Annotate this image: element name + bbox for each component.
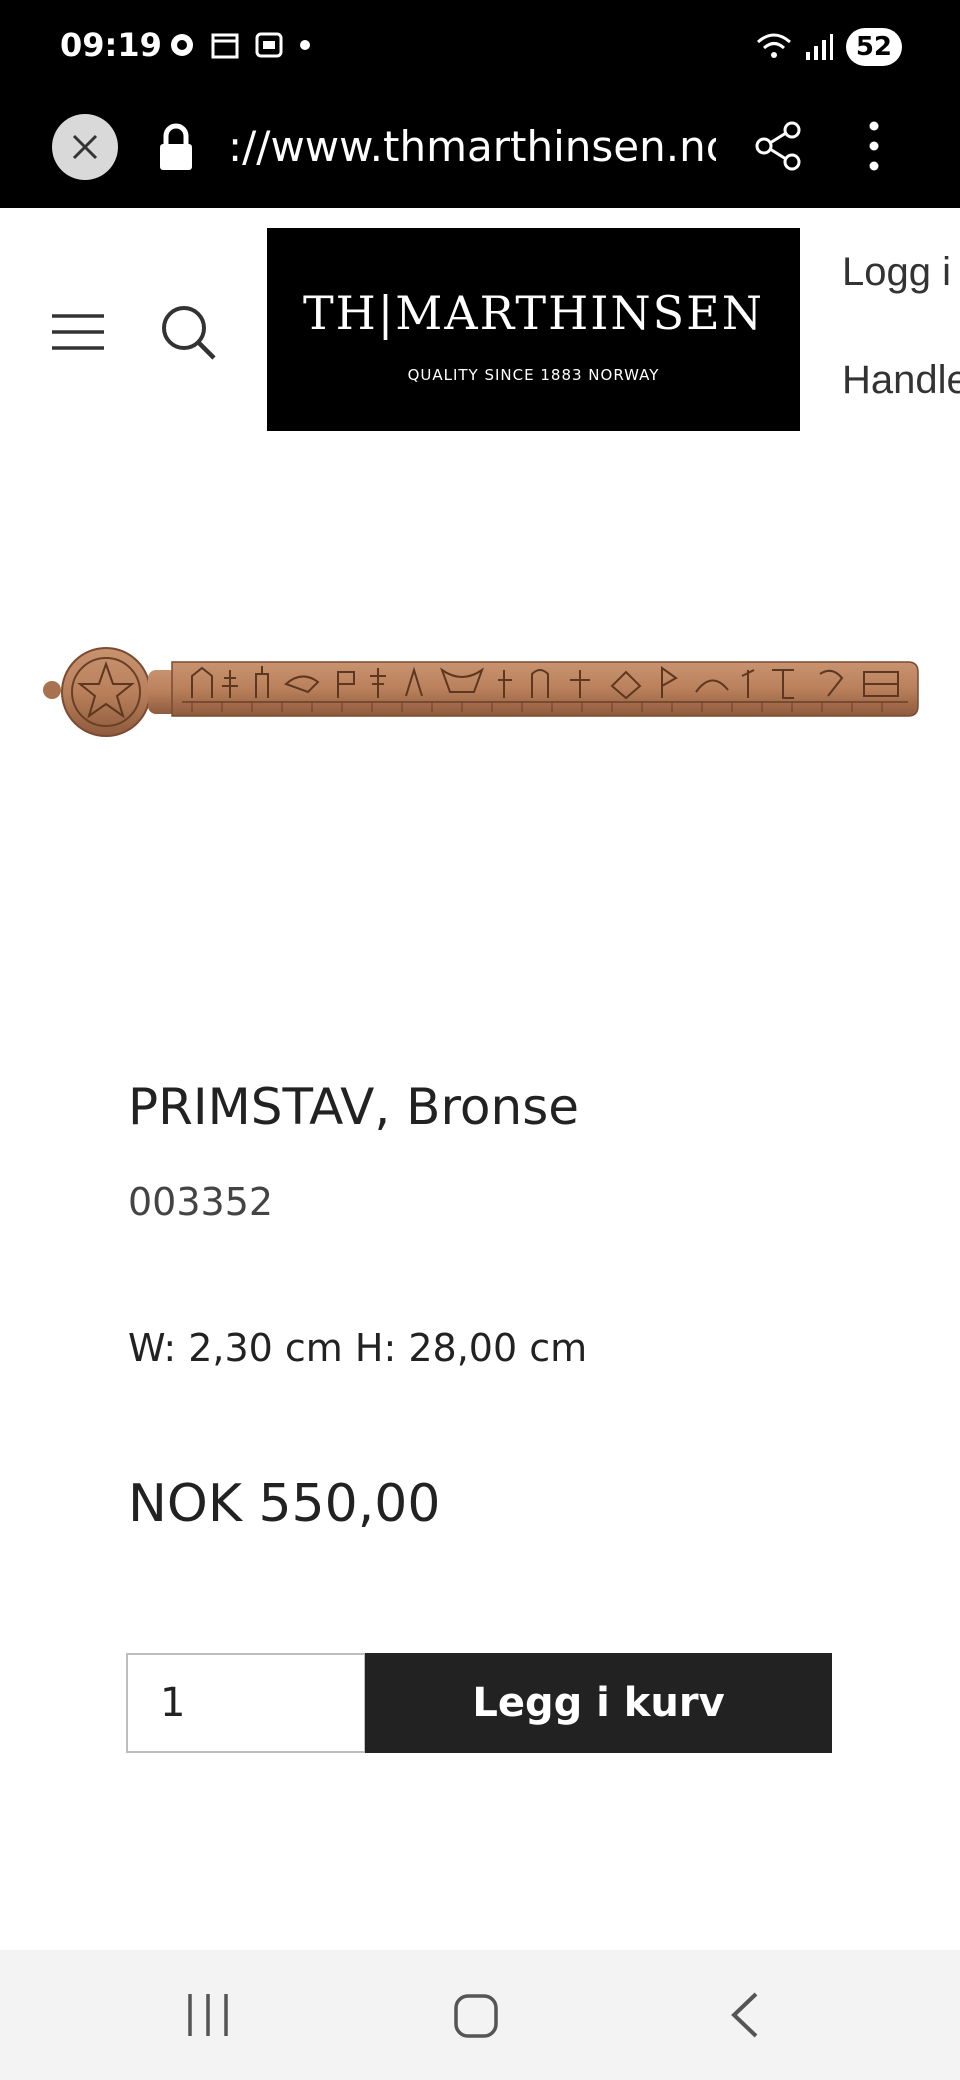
lock-icon[interactable] bbox=[156, 122, 196, 174]
login-link[interactable]: Logg i bbox=[842, 250, 951, 295]
calendar-icon bbox=[211, 33, 239, 59]
android-nav-bar bbox=[0, 1950, 960, 2080]
product-image[interactable] bbox=[42, 640, 922, 740]
quantity-input[interactable] bbox=[126, 1653, 366, 1753]
more-options-icon[interactable] bbox=[862, 120, 886, 172]
product-dimensions: W: 2,30 cm H: 28,00 cm bbox=[128, 1326, 588, 1370]
product-sku: 003352 bbox=[128, 1180, 274, 1224]
logo-name: TH|MARTHINSEN bbox=[302, 286, 764, 340]
site-header: TH|MARTHINSEN QUALITY SINCE 1883 NORWAY … bbox=[0, 208, 960, 448]
url-text[interactable]: ://www.thmarthinsen.no/p bbox=[228, 122, 716, 171]
dot-icon bbox=[300, 40, 310, 50]
home-icon[interactable] bbox=[452, 1992, 500, 2040]
close-tab-button[interactable] bbox=[52, 114, 118, 180]
back-icon[interactable] bbox=[728, 1990, 762, 2040]
status-time: 09:19 bbox=[60, 26, 162, 64]
battery-badge: 52 bbox=[845, 28, 902, 66]
sync-icon bbox=[171, 34, 193, 56]
browser-url-bar: ://www.thmarthinsen.no/p bbox=[0, 100, 960, 208]
system-icons: 52 bbox=[756, 28, 902, 66]
wifi-icon bbox=[756, 33, 791, 58]
hamburger-menu-icon[interactable] bbox=[50, 312, 106, 352]
add-to-cart-button[interactable]: Legg i kurv bbox=[365, 1653, 832, 1753]
search-icon[interactable] bbox=[160, 304, 218, 362]
close-icon bbox=[72, 134, 98, 160]
signal-icon bbox=[805, 34, 833, 60]
screenshot-icon bbox=[255, 32, 283, 58]
product-title: PRIMSTAV, Bronse bbox=[128, 1078, 580, 1136]
notification-icons bbox=[168, 30, 312, 60]
site-logo[interactable]: TH|MARTHINSEN QUALITY SINCE 1883 NORWAY bbox=[267, 228, 800, 431]
recent-apps-icon[interactable] bbox=[186, 1992, 230, 2038]
share-icon[interactable] bbox=[754, 120, 802, 172]
product-price: NOK 550,00 bbox=[128, 1474, 441, 1534]
logo-tagline: QUALITY SINCE 1883 NORWAY bbox=[407, 366, 660, 384]
cart-link[interactable]: Handle bbox=[842, 358, 960, 403]
status-bar: 09:19 52 bbox=[0, 0, 960, 100]
